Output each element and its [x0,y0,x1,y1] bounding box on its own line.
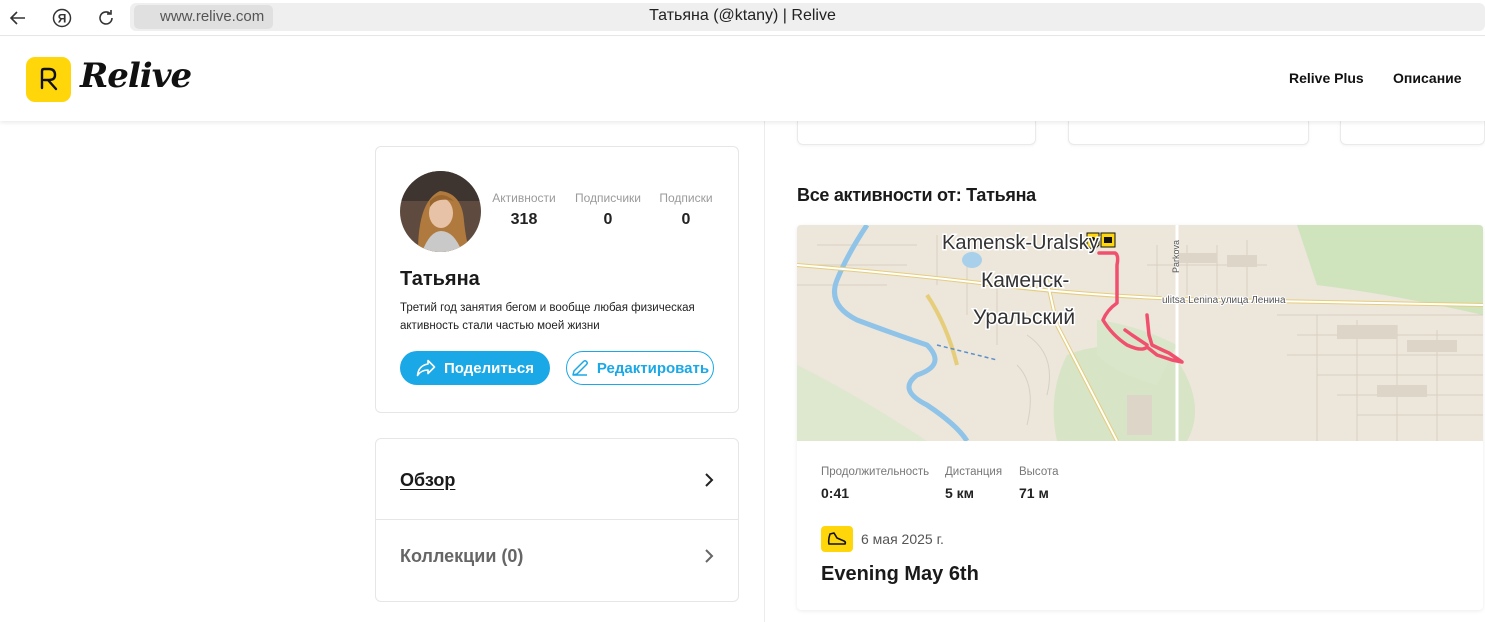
description-link[interactable]: Описание [1393,70,1462,86]
map-city-latin-label: Kamensk-Uralsky [942,232,1099,254]
overview-label: Обзор [400,470,456,490]
relive-logo-icon[interactable] [26,57,71,102]
chevron-right-icon [705,473,714,487]
stats-card-stub [797,121,1036,145]
metric-duration-label: Продолжительность [821,466,930,478]
relive-wordmark[interactable]: Relive [80,56,192,96]
pencil-icon [572,360,588,376]
stat-following-label: Подписки [659,191,713,205]
running-shoe-icon [821,526,853,552]
map-city-label-line1: Каменск- [981,269,1069,292]
relive-plus-link[interactable]: Relive Plus [1289,70,1364,86]
stats-card-stub [1340,121,1485,145]
share-arrow-icon [416,359,436,377]
stat-followers-label: Подписчики [574,191,641,205]
collections-label: Коллекции (0) [400,546,524,566]
map-side-street-label: Parkova [1171,240,1181,273]
chevron-right-icon [705,549,714,563]
avatar[interactable] [400,171,481,252]
menu-item-overview[interactable]: Обзор [376,439,738,520]
activity-card[interactable]: Kamensk-Uralsky Каменск- Уральский ulits… [797,225,1483,610]
share-button-label: Поделиться [443,359,535,377]
map-city-label-line2: Уральский [973,306,1075,329]
profile-card: Активности 318 Подписчики 0 Подписки 0 Т… [375,146,739,413]
metric-elevation-value: 71 м [1019,485,1049,501]
metric-elevation-label: Высота [1019,466,1059,478]
column-divider [764,121,765,622]
menu-item-collections[interactable]: Коллекции (0) [376,521,738,602]
profile-bio: Третий год занятия бегом и вообще любая … [400,302,695,332]
metric-distance-label: Дистанция [945,466,1003,478]
map-street-label: ulitsa Lenina улица Ленина [1162,295,1286,306]
stat-followers-value[interactable]: 0 [571,211,645,229]
stat-activities-label: Активности [492,191,556,205]
share-button[interactable]: Поделиться [400,351,550,385]
metric-distance-value: 5 км [945,485,975,501]
activities-section-title: Все активности от: Татьяна [797,185,1036,205]
edit-button-label: Редактировать [596,359,710,377]
stat-following-value[interactable]: 0 [656,211,716,229]
stat-activities-value[interactable]: 318 [488,211,560,229]
browser-toolbar: Я www.relive.com Татьяна (@ktany) | Reli… [0,0,1485,36]
metric-duration-value: 0:41 [821,485,850,501]
edit-profile-button[interactable]: Редактировать [566,351,714,385]
stats-card-stub [1068,121,1309,145]
activity-title[interactable]: Evening May 6th [821,563,979,586]
page-title: Татьяна (@ktany) | Relive [649,7,836,24]
profile-name: Татьяна [400,268,480,290]
profile-menu-card: Обзор Коллекции (0) [375,438,739,602]
activity-date: 6 мая 2025 г. [861,531,944,547]
activity-map[interactable]: Kamensk-Uralsky Каменск- Уральский ulits… [797,225,1483,441]
site-header: Relive Relive Plus Описание [0,37,1485,121]
